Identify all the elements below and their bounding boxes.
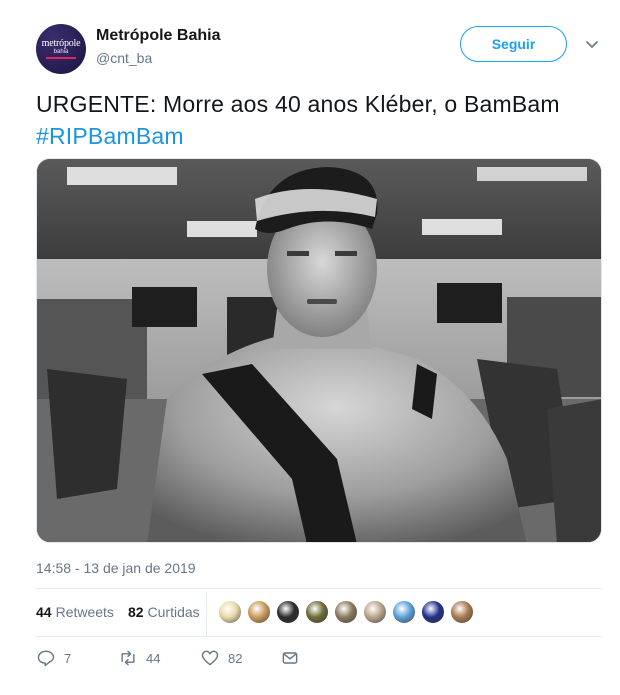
media-photo bbox=[37, 159, 601, 542]
liker-avatar[interactable] bbox=[218, 600, 242, 624]
liker-avatar[interactable] bbox=[392, 600, 416, 624]
tweet-stats: 44 Retweets 82 Curtidas bbox=[36, 602, 214, 622]
avatar-logo-text: metrópole bbox=[41, 38, 81, 49]
likes-count: 82 bbox=[127, 604, 144, 620]
tweet-actions: 7 44 82 bbox=[36, 648, 602, 672]
divider bbox=[36, 636, 602, 637]
reply-button[interactable]: 7 bbox=[36, 648, 71, 668]
retweets-stat[interactable]: 44 Retweets bbox=[36, 604, 114, 620]
direct-message-button[interactable] bbox=[280, 648, 300, 668]
liker-avatar[interactable] bbox=[334, 600, 358, 624]
avatar-logo-subtext: bahia bbox=[53, 49, 69, 55]
like-button[interactable]: 82 bbox=[200, 648, 242, 668]
account-name[interactable]: Metrópole Bahia bbox=[96, 27, 220, 45]
avatar-logo-bar bbox=[46, 57, 76, 59]
retweets-count: 44 bbox=[36, 604, 52, 620]
account-handle[interactable]: @cnt_ba bbox=[96, 50, 152, 66]
tweet-media-image[interactable] bbox=[36, 158, 602, 543]
likes-label: Curtidas bbox=[147, 604, 200, 620]
tweet-text: URGENTE: Morre aos 40 anos Kléber, o Bam… bbox=[36, 88, 602, 152]
liker-avatar[interactable] bbox=[247, 600, 271, 624]
liker-avatar[interactable] bbox=[421, 600, 445, 624]
retweet-button[interactable]: 44 bbox=[118, 648, 160, 668]
stats-separator bbox=[206, 592, 207, 636]
tweet-header: metrópole bahia Metrópole Bahia @cnt_ba … bbox=[36, 22, 602, 74]
like-count: 82 bbox=[228, 650, 243, 666]
retweet-count: 44 bbox=[146, 650, 161, 666]
liker-avatar[interactable] bbox=[363, 600, 387, 624]
tweet-timestamp[interactable]: 14:58 - 13 de jan de 2019 bbox=[36, 560, 196, 576]
avatar[interactable]: metrópole bahia bbox=[36, 24, 86, 74]
divider bbox=[36, 588, 602, 589]
liker-avatar[interactable] bbox=[450, 600, 474, 624]
follow-button[interactable]: Seguir bbox=[460, 26, 567, 62]
chevron-down-icon[interactable] bbox=[584, 36, 600, 52]
tweet-body: URGENTE: Morre aos 40 anos Kléber, o Bam… bbox=[36, 91, 560, 117]
reply-icon bbox=[37, 650, 55, 667]
heart-icon bbox=[201, 650, 219, 666]
retweets-label: Retweets bbox=[55, 604, 114, 620]
reply-count: 7 bbox=[64, 650, 72, 666]
liker-avatars bbox=[218, 600, 479, 624]
retweet-icon bbox=[121, 650, 135, 666]
liker-avatar[interactable] bbox=[276, 600, 300, 624]
envelope-icon bbox=[282, 652, 298, 664]
hashtag-link[interactable]: #RIPBamBam bbox=[36, 123, 184, 149]
likes-stat[interactable]: 82 Curtidas bbox=[128, 604, 200, 620]
liker-avatar[interactable] bbox=[305, 600, 329, 624]
